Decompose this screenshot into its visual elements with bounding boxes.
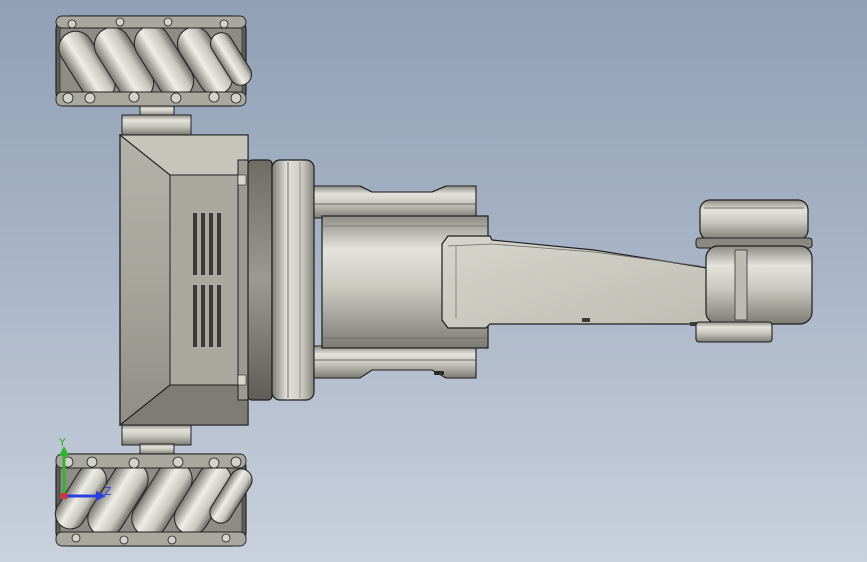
y-axis-arrow (59, 446, 69, 496)
robot-model-view[interactable] (0, 0, 867, 562)
arm-forearm-link[interactable] (441, 235, 736, 329)
arm-end-effector[interactable] (695, 199, 813, 343)
robot-base-body[interactable] (118, 134, 249, 426)
y-axis-label: Y (59, 436, 66, 449)
z-axis-label: Z (104, 485, 112, 498)
arm-joint-flange[interactable] (247, 159, 315, 401)
cad-graphics-viewport[interactable]: Y Z (0, 0, 867, 562)
z-axis-arrow (64, 491, 106, 501)
top-mecanum-wheel[interactable] (52, 15, 255, 136)
x-axis-origin-marker (61, 493, 67, 499)
orientation-triad: Y Z (52, 436, 122, 510)
